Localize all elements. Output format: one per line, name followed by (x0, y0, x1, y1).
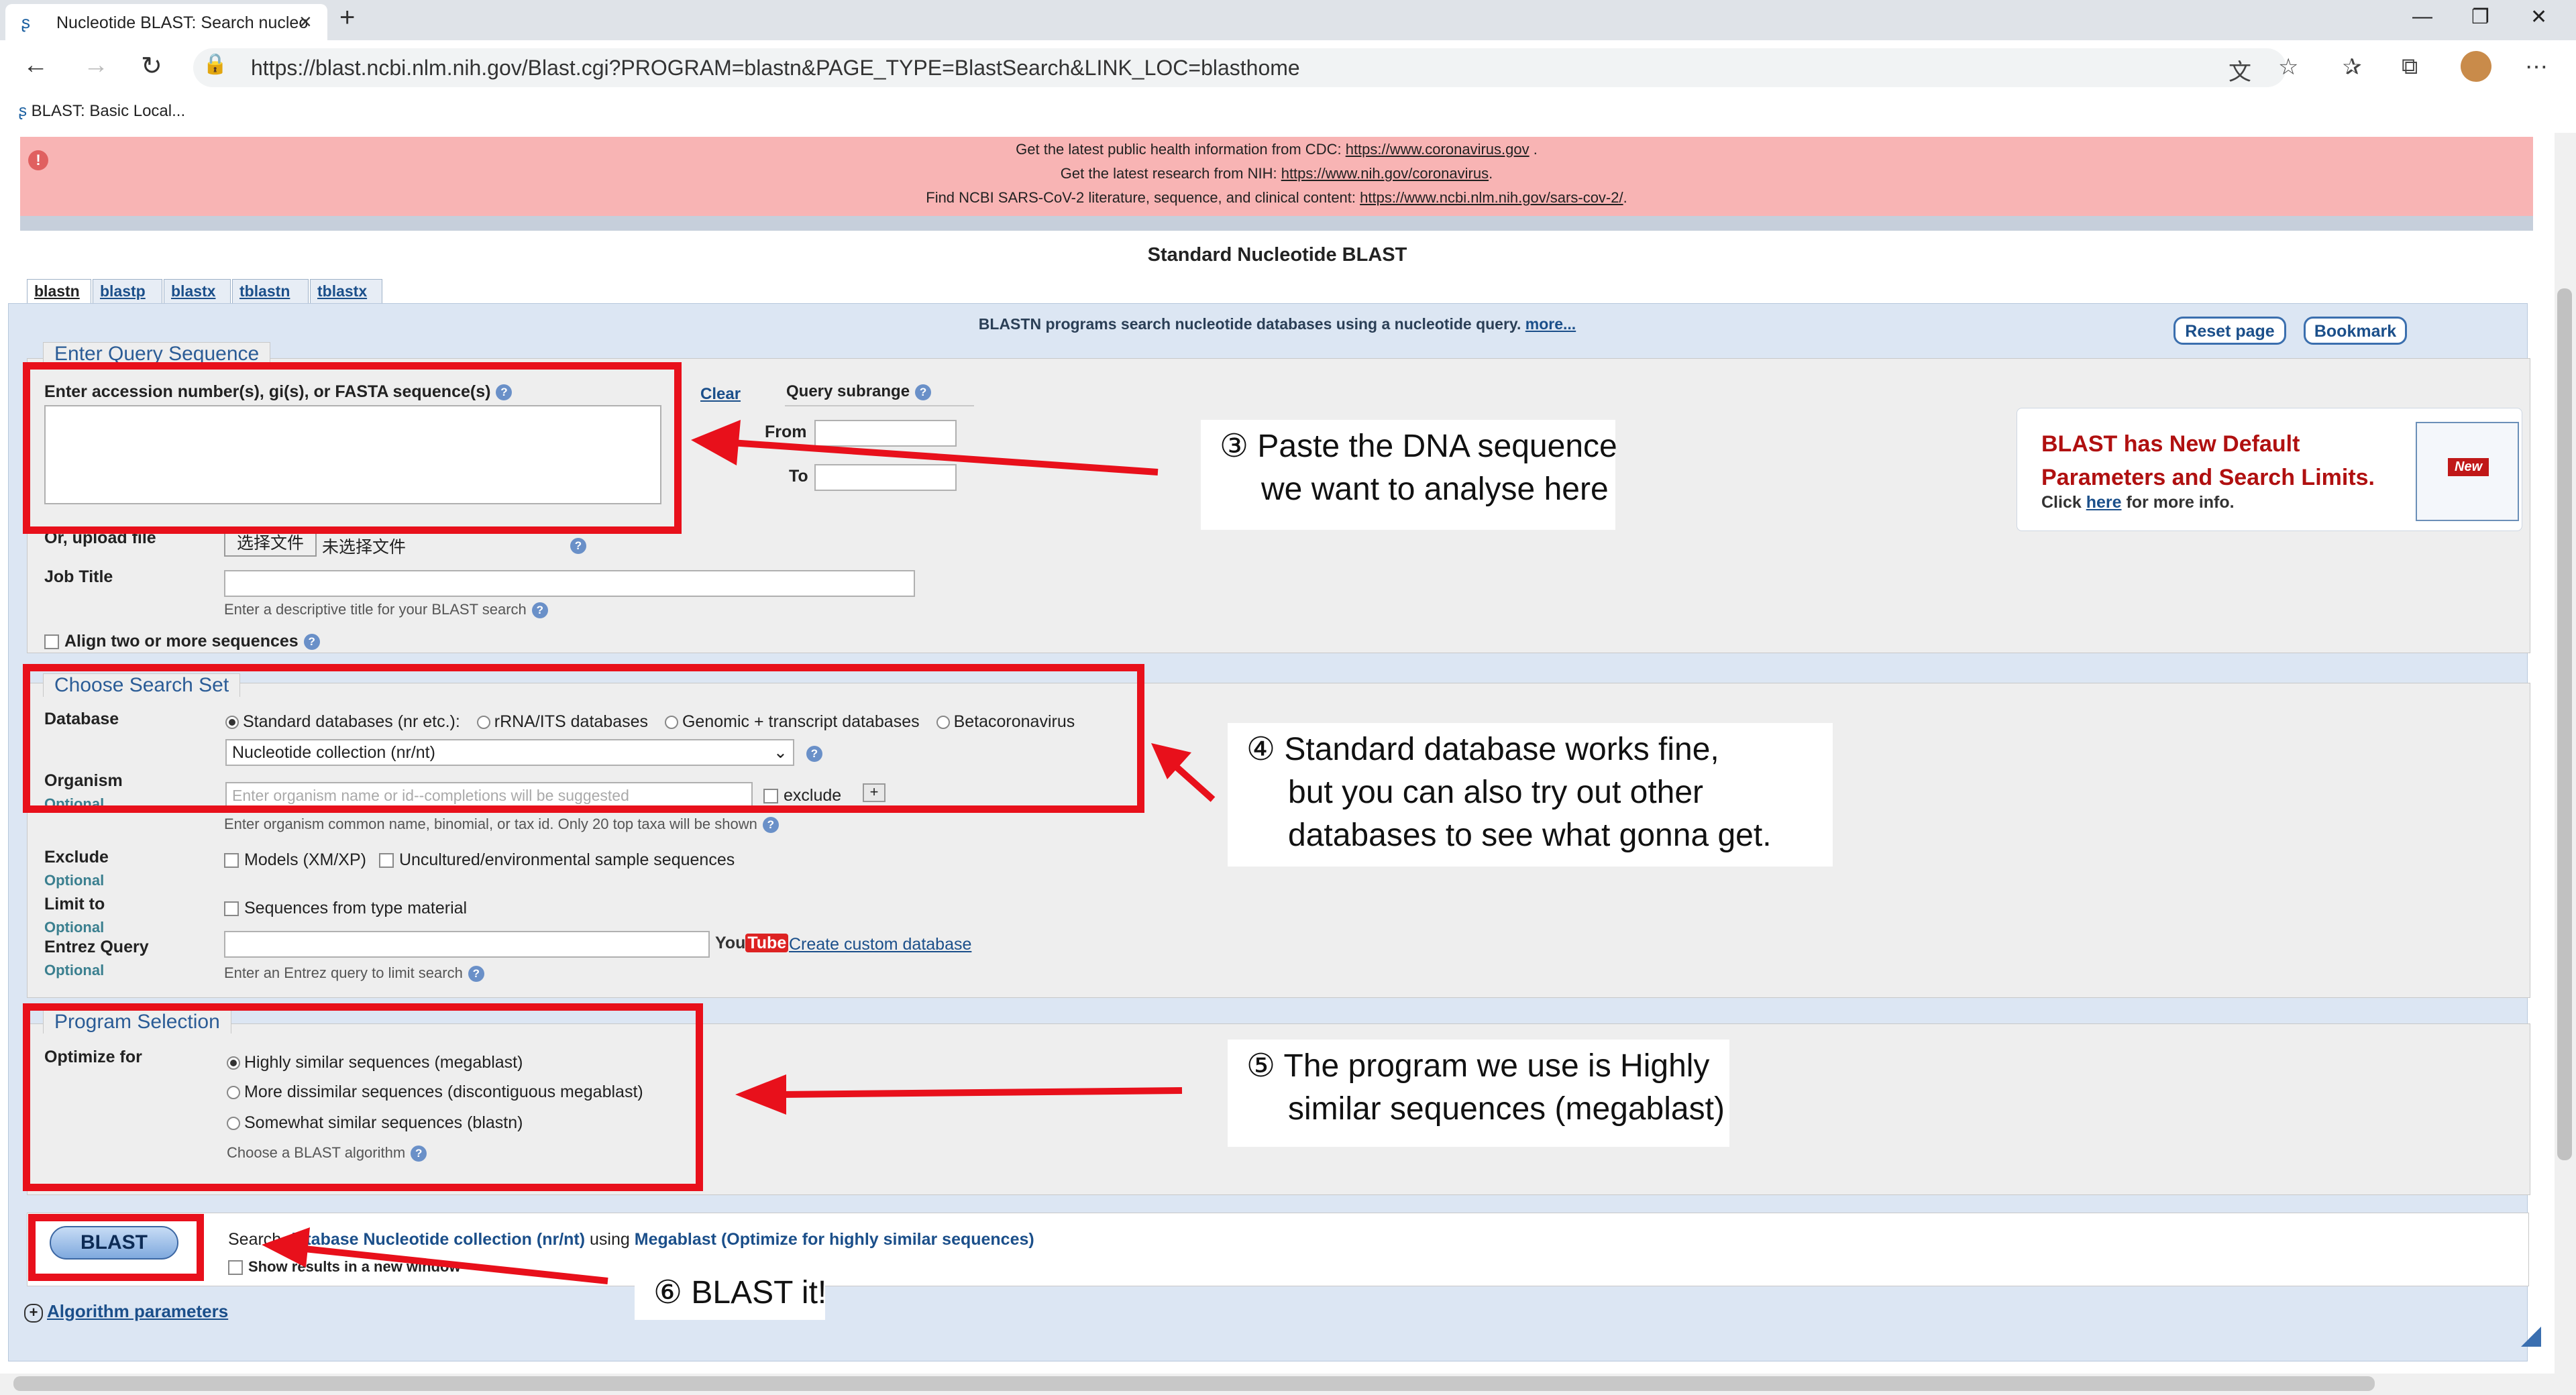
from-input[interactable] (814, 420, 957, 447)
annotation-box-database (23, 664, 1144, 813)
annotation-step6: ⑥ BLAST it! (635, 1266, 826, 1320)
favorite-star-icon[interactable]: ☆ (2278, 54, 2298, 80)
alert-line-2: Get the latest research from NIH: https:… (1060, 165, 1493, 182)
url-text[interactable]: https://blast.ncbi.nlm.nih.gov/Blast.cgi… (251, 56, 1300, 80)
annotation-box-query (23, 362, 682, 534)
youtube-icon[interactable]: You Tube (715, 934, 789, 953)
translate-icon[interactable]: ⽂ (2229, 54, 2251, 87)
annotation-box-program (23, 1003, 703, 1191)
restore-icon[interactable]: ❐ (2471, 5, 2489, 29)
entrez-query-label: Entrez Query (44, 938, 149, 956)
cdc-link[interactable]: https://www.coronavirus.gov (1346, 141, 1529, 158)
tab-title: Nucleotide BLAST: Search nucleo (56, 13, 309, 32)
collections-icon[interactable]: ⧉ (2402, 54, 2418, 80)
annotation-box-blast (28, 1214, 204, 1281)
align-two-row[interactable]: Align two or more sequences? (44, 632, 320, 651)
favorite-blast-link[interactable]: ʂ BLAST: Basic Local... (19, 102, 185, 121)
new-tab-button[interactable]: + (339, 3, 355, 33)
help-icon[interactable]: ? (468, 966, 484, 983)
horizontal-scroll-thumb[interactable] (13, 1376, 2375, 1391)
back-arrow-icon[interactable]: ← (23, 51, 48, 80)
covid-alert-banner: ! Get the latest public health informati… (20, 137, 2533, 216)
help-icon[interactable]: ? (915, 384, 932, 400)
new-defaults-box: BLAST has New Default Parameters and Sear… (2017, 408, 2522, 531)
help-icon[interactable]: ? (570, 538, 586, 554)
here-link[interactable]: here (2086, 493, 2122, 512)
search-summary: Search database Nucleotide collection (n… (228, 1230, 1034, 1249)
tab-blastx[interactable]: blastx (164, 279, 231, 303)
help-icon[interactable]: ? (762, 817, 779, 834)
blast-favicon-icon: ʂ (19, 102, 32, 120)
create-custom-database-link[interactable]: Create custom database (789, 935, 971, 954)
limit-to-label: Limit to (44, 895, 105, 913)
profile-avatar[interactable] (2461, 51, 2491, 82)
align-two-checkbox[interactable] (44, 634, 59, 650)
favorites-list-icon[interactable]: ✰ (2343, 54, 2362, 80)
entrez-optional: Optional (44, 962, 105, 979)
algorithm-parameters-toggle[interactable]: + Algorithm parameters (24, 1301, 228, 1323)
resize-corner-icon (2521, 1327, 2541, 1347)
new-defaults-more: Click here for more info. (2041, 493, 2235, 512)
reset-page-button[interactable]: Reset page (2174, 317, 2286, 345)
nih-link[interactable]: https://www.nih.gov/coronavirus (1281, 165, 1489, 182)
new-defaults-heading[interactable]: BLAST has New Default Parameters and Sear… (2041, 427, 2375, 494)
exclude-label: Exclude (44, 848, 109, 867)
blast-favicon-icon: ʂ (21, 12, 30, 32)
expand-plus-icon[interactable]: + (24, 1304, 43, 1323)
close-tab-icon[interactable]: × (299, 9, 312, 34)
more-menu-icon[interactable]: ⋯ (2525, 54, 2548, 80)
job-title-label: Job Title (44, 567, 113, 586)
close-window-icon[interactable]: ✕ (2530, 5, 2547, 29)
annotation-step4: ④ Standard database works fine, but you … (1228, 723, 1833, 867)
favorites-bar (0, 95, 2576, 133)
alert-line-3: Find NCBI SARS-CoV-2 literature, sequenc… (926, 189, 1627, 206)
from-label: From (765, 423, 807, 441)
models-checkbox-row[interactable]: Models (XM/XP) (224, 850, 366, 869)
uncultured-checkbox-row[interactable]: Uncultured/environmental sample sequence… (378, 850, 735, 869)
annotation-step5: ⑤ The program we use is Highly similar s… (1228, 1040, 1729, 1147)
lock-icon[interactable]: 🔒 (203, 52, 227, 76)
entrez-hint: Enter an Entrez query to limit search? (224, 964, 484, 983)
help-icon[interactable]: ? (303, 634, 320, 651)
bookmark-button[interactable]: Bookmark (2304, 317, 2407, 345)
tab-tblastx[interactable]: tblastx (310, 279, 382, 303)
minimize-icon[interactable]: — (2412, 5, 2432, 28)
to-label: To (789, 467, 808, 486)
forward-arrow-icon[interactable]: → (83, 51, 109, 80)
no-file-chosen-text: 未选择文件 (322, 538, 407, 557)
query-subrange-label: Query subrange? (786, 382, 932, 401)
tab-blastp[interactable]: blastp (93, 279, 162, 303)
type-material-checkbox[interactable] (224, 901, 239, 917)
choose-file-button[interactable]: 选择文件 (224, 530, 317, 557)
tab-blastn[interactable]: blastn (27, 279, 91, 303)
exclude-options: Models (XM/XP) Uncultured/environmental … (224, 850, 735, 870)
vertical-scroll-thumb[interactable] (2557, 288, 2572, 1160)
subrange-divider (785, 405, 974, 406)
new-window-checkbox[interactable] (228, 1260, 243, 1276)
limit-optional: Optional (44, 919, 105, 936)
ncbi-sars-link[interactable]: https://www.ncbi.nlm.nih.gov/sars-cov-2/ (1360, 189, 1623, 206)
new-window-row[interactable]: Show results in a new window (228, 1258, 461, 1276)
organism-hint: Enter organism common name, binomial, or… (224, 816, 779, 834)
browser-tab-bar (0, 0, 2576, 40)
browser-tab[interactable]: ʂ Nucleotide BLAST: Search nucleo × (5, 4, 327, 40)
alert-line-1: Get the latest public health information… (1016, 141, 1538, 158)
more-link[interactable]: more... (1525, 315, 1576, 333)
tab-tblastn[interactable]: tblastn (232, 279, 309, 303)
help-icon[interactable]: ? (531, 602, 548, 619)
clear-link[interactable]: Clear (700, 385, 741, 404)
page-title: Standard Nucleotide BLAST (1147, 244, 1407, 266)
type-material-row[interactable]: Sequences from type material (224, 899, 467, 918)
job-title-hint: Enter a descriptive title for your BLAST… (224, 601, 548, 619)
new-badge: New (2448, 458, 2489, 476)
intro-text: BLASTN programs search nucleotide databa… (978, 315, 1576, 333)
entrez-query-input[interactable] (224, 931, 710, 958)
annotation-step3: ③ Paste the DNA sequence we want to anal… (1201, 420, 1617, 530)
to-input[interactable] (814, 464, 957, 491)
exclude-optional: Optional (44, 872, 105, 889)
reload-icon[interactable]: ↻ (141, 51, 162, 81)
job-title-input[interactable] (224, 570, 915, 597)
banner-divider (20, 216, 2533, 231)
